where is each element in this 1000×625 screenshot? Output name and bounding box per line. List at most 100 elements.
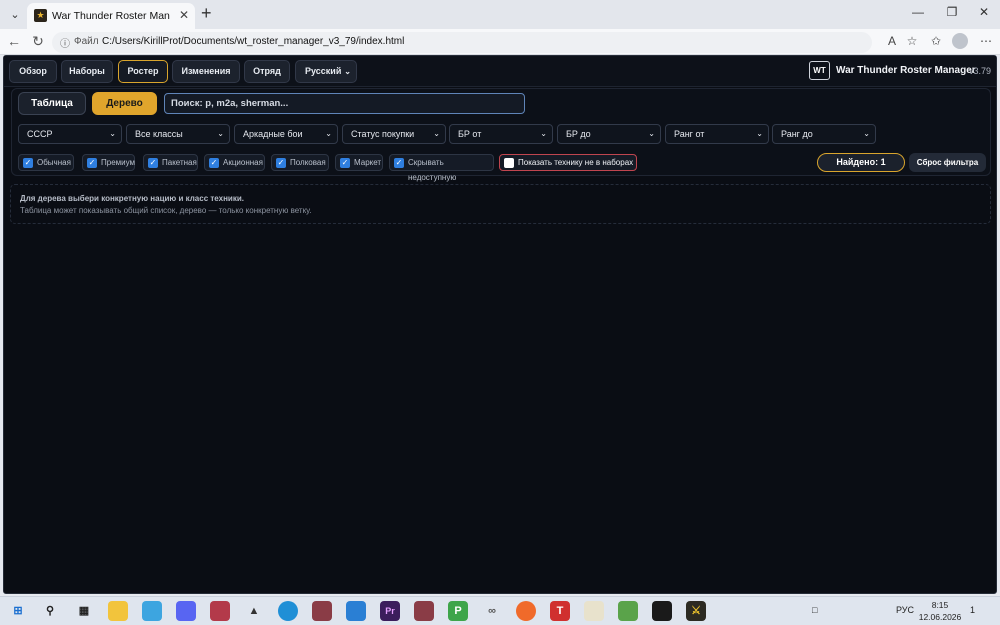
rank-from-value: Ранг от — [674, 129, 705, 139]
url-field[interactable]: ⓘ Файл C:/Users/KirillProt/Documents/wt_… — [52, 32, 872, 53]
check-icon: ✓ — [23, 158, 33, 168]
language-select[interactable]: Русский ⌄ — [295, 60, 357, 83]
app-version: v3.79 — [969, 66, 992, 76]
checkbox-label: Скрывать недоступную — [408, 158, 457, 182]
tab-squad[interactable]: Отряд — [244, 60, 290, 83]
checkbox-market[interactable]: ✓ Маркет — [335, 154, 383, 171]
br-to-select[interactable]: БР до ⌄ — [557, 124, 661, 144]
search-icon[interactable]: ⚲ — [40, 601, 60, 621]
app-page: Обзор Наборы Ростер Изменения Отряд Русс… — [3, 55, 997, 594]
app-icon[interactable]: ∞ — [482, 601, 502, 621]
app-icon[interactable] — [210, 601, 230, 621]
tab-overview[interactable]: Обзор — [9, 60, 57, 83]
nation-select[interactable]: СССР ⌄ — [18, 124, 122, 144]
premiere-icon[interactable]: Pr — [380, 601, 400, 621]
read-aloud-icon[interactable]: A — [884, 34, 900, 48]
app-icon[interactable] — [584, 601, 604, 621]
minimize-icon[interactable]: — — [908, 5, 928, 19]
edge-icon[interactable] — [278, 601, 298, 621]
more-menu-icon[interactable]: ⋯ — [978, 34, 994, 48]
checkbox-label: Маркет — [354, 158, 382, 167]
url-scheme: Файл — [74, 36, 99, 47]
reset-filter-button[interactable]: Сброс фильтра — [909, 153, 986, 172]
app-icon[interactable]: P — [448, 601, 468, 621]
checkbox-label: Пакетная — [162, 158, 197, 167]
checkbox-promo[interactable]: ✓ Акционная — [204, 154, 265, 171]
notifications-badge[interactable]: 1 — [970, 605, 975, 615]
chevron-down-icon: ⌄ — [109, 129, 116, 138]
mode-select[interactable]: Аркадные бои ⌄ — [234, 124, 338, 144]
nation-select-value: СССР — [27, 129, 53, 139]
rank-to-select[interactable]: Ранг до ⌄ — [772, 124, 876, 144]
chevron-down-icon: ⌄ — [325, 129, 332, 138]
rank-from-select[interactable]: Ранг от ⌄ — [665, 124, 769, 144]
chevron-down-icon: ⌄ — [648, 129, 655, 138]
check-icon: ✓ — [87, 158, 97, 168]
brand-logo: WT — [809, 61, 830, 80]
view-table-button[interactable]: Таблица — [18, 92, 86, 115]
checkbox-squadron[interactable]: ✓ Полковая — [271, 154, 329, 171]
tab-sets[interactable]: Наборы — [61, 60, 113, 83]
app-icon[interactable] — [312, 601, 332, 621]
chevron-down-icon: ⌄ — [433, 129, 440, 138]
profile-avatar[interactable] — [952, 33, 968, 49]
close-window-icon[interactable]: ✕ — [974, 5, 994, 19]
checkbox-label: Акционная — [223, 158, 263, 167]
br-from-value: БР от — [458, 129, 482, 139]
mode-select-value: Аркадные бои — [243, 129, 303, 139]
clock[interactable]: 8:15 12.06.2026 — [918, 599, 962, 623]
search-input[interactable]: Поиск: p, m2a, sherman... — [164, 93, 525, 114]
back-icon[interactable]: ← — [5, 33, 23, 49]
app-title: War Thunder Roster Manager — [836, 65, 976, 76]
purchase-status-select[interactable]: Статус покупки ⌄ — [342, 124, 446, 144]
war-thunder-icon[interactable]: ⚔ — [686, 601, 706, 621]
check-icon: ✓ — [394, 158, 404, 168]
br-to-value: БР до — [566, 129, 591, 139]
class-select[interactable]: Все классы ⌄ — [126, 124, 230, 144]
checkbox-label: Премиум — [101, 158, 136, 167]
windows-start-icon[interactable]: ⊞ — [8, 601, 28, 621]
network-icon[interactable]: □ — [812, 605, 817, 615]
chevron-down-icon: ⌄ — [217, 129, 224, 138]
checkbox-premium[interactable]: ✓ Премиум — [82, 154, 135, 171]
file-explorer-icon[interactable] — [108, 601, 128, 621]
tab-roster[interactable]: Ростер — [118, 60, 168, 83]
close-tab-icon[interactable]: ✕ — [179, 8, 189, 22]
task-view-icon[interactable]: ▦ — [74, 601, 94, 621]
checkbox-hide-unavailable[interactable]: ✓ Скрывать недоступную — [389, 154, 494, 182]
url-text[interactable]: C:/Users/KirillProt/Documents/wt_roster_… — [102, 36, 404, 47]
discord-icon[interactable] — [176, 601, 196, 621]
checkbox-pack[interactable]: ✓ Пакетная — [143, 154, 198, 171]
checkbox-label: Показать технику не в наборах — [518, 158, 634, 167]
checkbox-regular[interactable]: ✓ Обычная — [18, 154, 74, 171]
chrome-icon[interactable] — [142, 601, 162, 621]
tab-changes[interactable]: Изменения — [172, 60, 240, 83]
terminal-icon[interactable] — [652, 601, 672, 621]
filter-panel: Таблица Дерево Поиск: p, m2a, sherman...… — [11, 88, 991, 182]
info-icon[interactable]: ⓘ — [60, 35, 70, 50]
tab-list-chevron-icon[interactable]: ⌄ — [6, 6, 24, 24]
checkbox-show-not-in-sets[interactable]: Показать технику не в наборах — [499, 154, 637, 171]
favorite-star-icon[interactable]: ☆ — [904, 34, 920, 48]
input-language[interactable]: РУС — [896, 605, 914, 615]
app-icon[interactable] — [414, 601, 434, 621]
maximize-icon[interactable]: ❐ — [942, 5, 962, 19]
favorites-icon[interactable]: ✩ — [928, 34, 944, 48]
br-from-select[interactable]: БР от ⌄ — [449, 124, 553, 144]
notice-subtitle: Таблица может показывать общий список, д… — [20, 206, 312, 215]
top-navigation: Обзор Наборы Ростер Изменения Отряд Русс… — [4, 56, 996, 87]
view-tree-button[interactable]: Дерево — [92, 92, 157, 115]
reload-icon[interactable]: ↻ — [29, 33, 47, 50]
app-icon[interactable] — [516, 601, 536, 621]
app-icon[interactable]: T — [550, 601, 570, 621]
notice-title: Для дерева выбери конкретную нацию и кла… — [20, 194, 244, 203]
found-count-badge: Найдено: 1 — [817, 153, 905, 172]
browser-tab-title: War Thunder Roster Manager v3.79 — [52, 10, 170, 22]
chevron-down-icon: ⌄ — [863, 129, 870, 138]
new-tab-icon[interactable]: + — [201, 3, 212, 24]
app-icon[interactable] — [618, 601, 638, 621]
vscode-icon[interactable] — [346, 601, 366, 621]
clock-time: 8:15 — [931, 600, 949, 610]
browser-tab[interactable]: ★ War Thunder Roster Manager v3.79 ✕ — [27, 3, 195, 29]
app-icon[interactable]: ▲ — [244, 601, 264, 621]
